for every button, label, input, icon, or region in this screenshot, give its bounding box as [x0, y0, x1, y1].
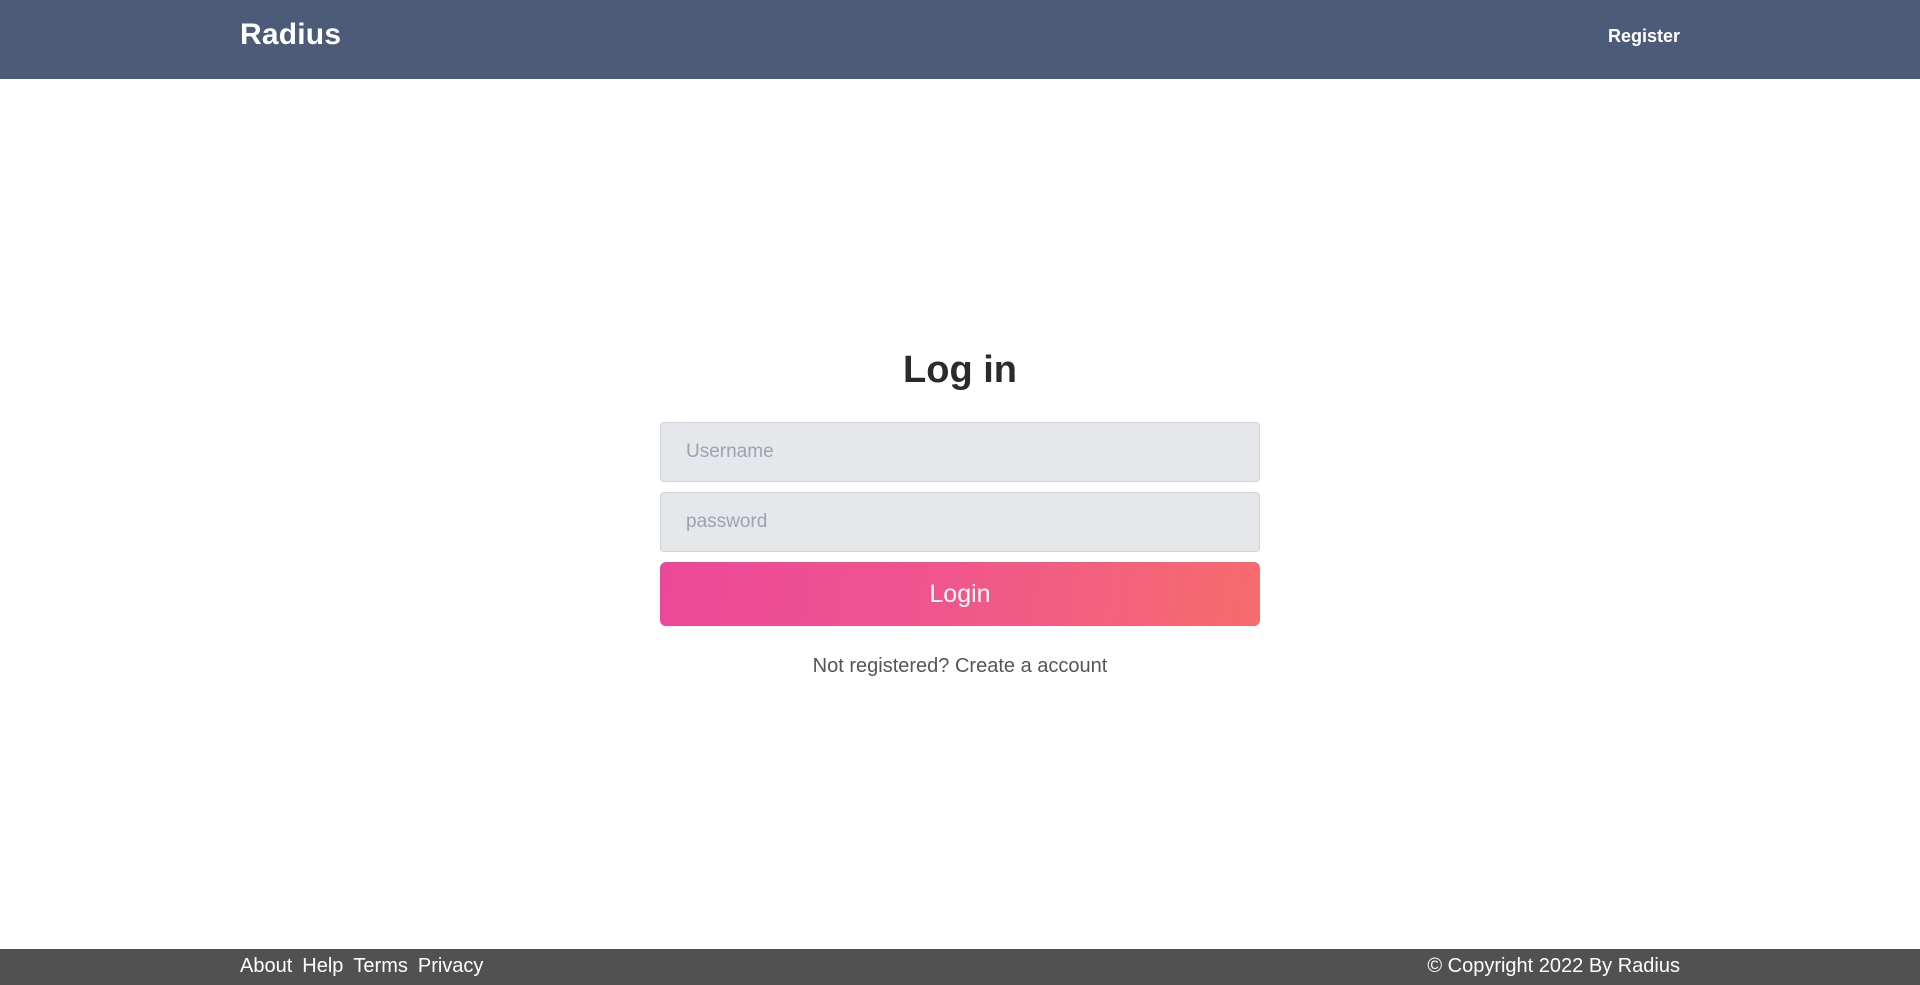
register-nav-link[interactable]: Register [1608, 26, 1680, 47]
username-input[interactable] [660, 422, 1260, 482]
create-account-link[interactable]: Create a account [955, 655, 1107, 677]
footer-link-terms[interactable]: Terms [353, 955, 407, 978]
copyright-text: © Copyright 2022 By Radius [1427, 955, 1680, 977]
footer-link-about[interactable]: About [240, 955, 292, 978]
login-button[interactable]: Login [660, 562, 1260, 626]
footer-links: About Help Terms Privacy [240, 955, 483, 978]
signup-prompt-text: Not registered? [812, 655, 950, 677]
login-title: Log in [903, 349, 1017, 391]
footer-link-help[interactable]: Help [302, 955, 343, 978]
brand-logo-link[interactable]: Radius [240, 18, 341, 52]
signup-prompt: Not registered? Create a account [660, 655, 1260, 678]
top-navbar: Radius Register [0, 0, 1920, 79]
footer: About Help Terms Privacy © Copyright 202… [0, 949, 1920, 985]
login-form: Log in Login Not registered? Create a ac… [660, 344, 1260, 678]
password-input[interactable] [660, 492, 1260, 552]
page: Radius Register Log in Login Not registe… [0, 0, 1920, 985]
footer-link-privacy[interactable]: Privacy [418, 955, 484, 978]
